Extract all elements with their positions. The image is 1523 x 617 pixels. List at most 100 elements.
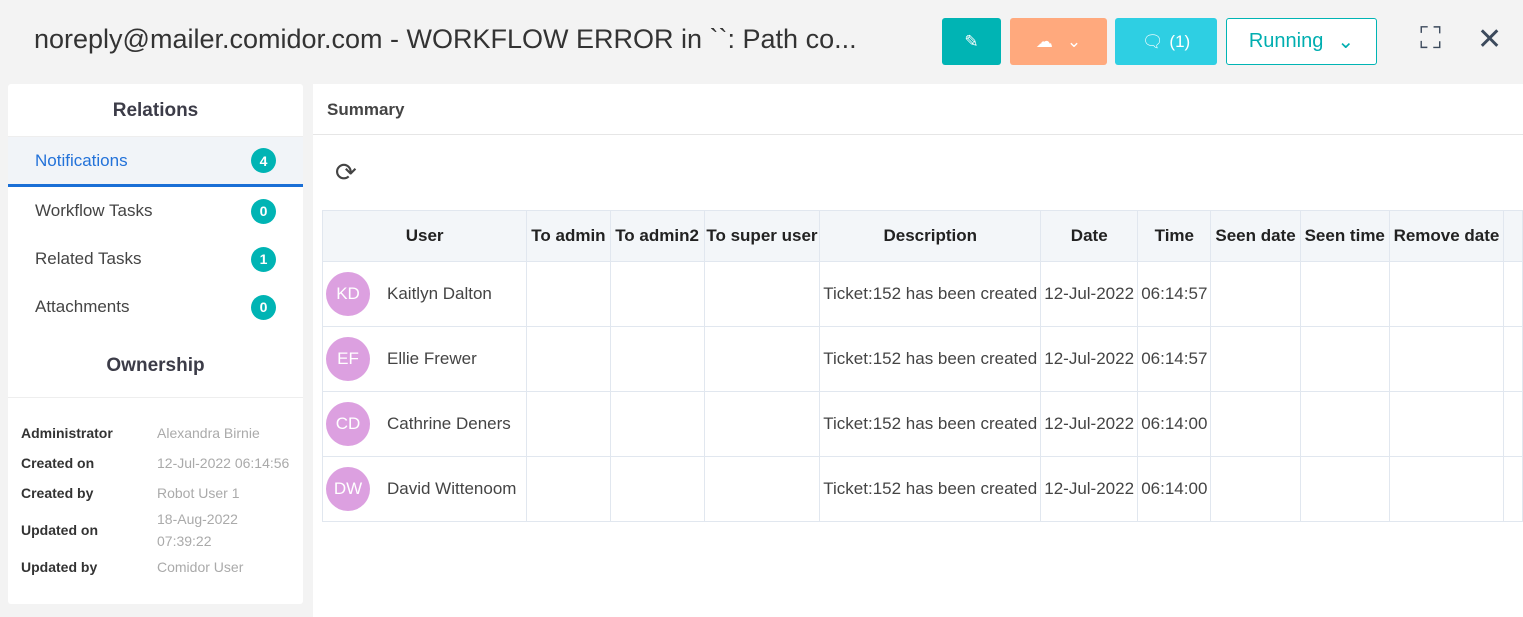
edit-button[interactable]: ✎ bbox=[942, 18, 1001, 65]
ownership-row: Created on 12-Jul-2022 06:14:56 bbox=[21, 448, 303, 478]
chevron-down-icon: ⌄ bbox=[1337, 31, 1355, 53]
cell bbox=[1503, 326, 1523, 392]
cell bbox=[1503, 261, 1523, 327]
ownership-row: Administrator Alexandra Birnie bbox=[21, 418, 303, 448]
status-dropdown[interactable]: Running ⌄ bbox=[1226, 18, 1377, 65]
sidebar: Relations Notifications 4 Workflow Tasks 0 R… bbox=[8, 84, 303, 604]
avatar: DW bbox=[326, 467, 370, 511]
cell bbox=[703, 261, 821, 327]
time-cell: 06:14:57 bbox=[1137, 326, 1212, 392]
date-cell: 12-Jul-2022 bbox=[1040, 456, 1139, 522]
user-name: Ellie Frewer bbox=[387, 349, 477, 368]
relation-item-notifications[interactable]: Notifications 4 bbox=[8, 137, 303, 187]
ownership-label: Created by bbox=[21, 485, 94, 501]
column-header[interactable]: To admin2 bbox=[609, 210, 705, 262]
cell bbox=[526, 261, 611, 327]
cell bbox=[1210, 456, 1301, 522]
download-button[interactable]: ☁ ⌄ bbox=[1010, 18, 1107, 65]
cell bbox=[1210, 391, 1301, 457]
avatar: CD bbox=[326, 402, 370, 446]
summary-tab[interactable]: Summary bbox=[313, 84, 1523, 135]
cell bbox=[1503, 391, 1523, 457]
cell bbox=[1299, 326, 1390, 392]
ownership-value: Comidor User bbox=[157, 559, 244, 575]
column-header[interactable]: Description bbox=[819, 210, 1042, 262]
description-cell: Ticket:152 has been created bbox=[819, 326, 1042, 392]
cell bbox=[1299, 391, 1390, 457]
table-row[interactable]: EF Ellie Frewer Ticket:152 has been creat… bbox=[321, 326, 1523, 392]
cell bbox=[1299, 261, 1390, 327]
relation-label: Notifications bbox=[35, 150, 128, 170]
ownership-row: Updated on 18-Aug-2022 07:39:22 bbox=[21, 508, 303, 552]
cell bbox=[526, 391, 611, 457]
relation-label: Workflow Tasks bbox=[35, 201, 153, 220]
user-name: Cathrine Deners bbox=[387, 414, 511, 433]
column-header[interactable]: Time bbox=[1137, 210, 1212, 262]
cell bbox=[1299, 456, 1390, 522]
relation-label: Related Tasks bbox=[35, 249, 142, 268]
cell bbox=[1388, 456, 1505, 522]
cell bbox=[1210, 261, 1301, 327]
ownership-value: Robot User 1 bbox=[157, 485, 240, 501]
cell bbox=[1388, 326, 1505, 392]
refresh-icon[interactable]: ⟳ bbox=[335, 157, 357, 188]
pencil-icon: ✎ bbox=[964, 31, 979, 51]
cell bbox=[526, 456, 611, 522]
column-header[interactable]: Seen time bbox=[1299, 210, 1390, 262]
cell bbox=[526, 326, 611, 392]
ownership-value: 18-Aug-2022 07:39:22 bbox=[157, 511, 238, 549]
ownership-value: Alexandra Birnie bbox=[157, 425, 260, 441]
ownership-row: Created by Robot User 1 bbox=[21, 478, 303, 508]
main-panel: Summary ⟳ User To admin To admin2 To super … bbox=[313, 84, 1523, 617]
cell bbox=[1388, 261, 1505, 327]
table-row[interactable]: CD Cathrine Deners Ticket:152 has been cr… bbox=[321, 391, 1523, 457]
description-cell: Ticket:152 has been created bbox=[819, 391, 1042, 457]
count-badge: 1 bbox=[251, 246, 276, 272]
column-header[interactable]: Date bbox=[1040, 210, 1139, 262]
column-header[interactable]: User bbox=[321, 210, 528, 262]
cell bbox=[1210, 326, 1301, 392]
user-name: Kaitlyn Dalton bbox=[387, 284, 492, 303]
column-header[interactable]: Remove date bbox=[1388, 210, 1505, 262]
column-header[interactable]: Seen date bbox=[1210, 210, 1301, 262]
status-value: Running bbox=[1248, 30, 1324, 52]
relation-item-related-tasks[interactable]: Related Tasks 1 bbox=[8, 235, 303, 283]
column-header-clipped bbox=[1503, 210, 1523, 262]
comments-button[interactable]: 🗨 (1) bbox=[1115, 18, 1217, 65]
fullscreen-icon[interactable]: ⛶ bbox=[1420, 22, 1441, 56]
cell bbox=[609, 456, 705, 522]
cell bbox=[609, 326, 705, 392]
table-row[interactable]: DW David Wittenoom Ticket:152 has been cr… bbox=[321, 456, 1523, 522]
ownership-label: Updated by bbox=[21, 559, 98, 575]
description-cell: Ticket:152 has been created bbox=[819, 456, 1042, 522]
table-row[interactable]: KD Kaitlyn Dalton Ticket:152 has been cre… bbox=[321, 261, 1523, 327]
cell bbox=[609, 391, 705, 457]
relation-label: Attachments bbox=[35, 297, 130, 316]
relation-item-attachments[interactable]: Attachments 0 bbox=[8, 283, 303, 331]
time-cell: 06:14:00 bbox=[1137, 456, 1212, 522]
time-cell: 06:14:57 bbox=[1137, 261, 1212, 327]
count-badge: 0 bbox=[251, 198, 276, 224]
count-badge: 4 bbox=[251, 148, 276, 173]
ownership-label: Created on bbox=[21, 455, 95, 471]
cell bbox=[1388, 391, 1505, 457]
relation-item-workflow-tasks[interactable]: Workflow Tasks 0 bbox=[8, 187, 303, 235]
description-cell: Ticket:152 has been created bbox=[819, 261, 1042, 327]
date-cell: 12-Jul-2022 bbox=[1040, 261, 1139, 327]
column-header[interactable]: To admin bbox=[526, 210, 611, 262]
ownership-label: Updated on bbox=[21, 522, 98, 538]
column-header[interactable]: To super user bbox=[703, 210, 821, 262]
cell bbox=[609, 261, 705, 327]
cell bbox=[703, 456, 821, 522]
relations-title: Relations bbox=[8, 84, 303, 137]
ownership-value: 12-Jul-2022 06:14:56 bbox=[157, 455, 290, 471]
cell bbox=[1503, 456, 1523, 522]
notifications-table: User To admin To admin2 To super user Descri… bbox=[321, 210, 1523, 522]
page-title: noreply@mailer.comidor.com - WORKFLOW ER… bbox=[34, 24, 857, 54]
count-badge: 0 bbox=[251, 294, 276, 320]
avatar: KD bbox=[326, 272, 370, 316]
close-icon[interactable]: ✕ bbox=[1477, 22, 1502, 57]
date-cell: 12-Jul-2022 bbox=[1040, 391, 1139, 457]
time-cell: 06:14:00 bbox=[1137, 391, 1212, 457]
date-cell: 12-Jul-2022 bbox=[1040, 326, 1139, 392]
